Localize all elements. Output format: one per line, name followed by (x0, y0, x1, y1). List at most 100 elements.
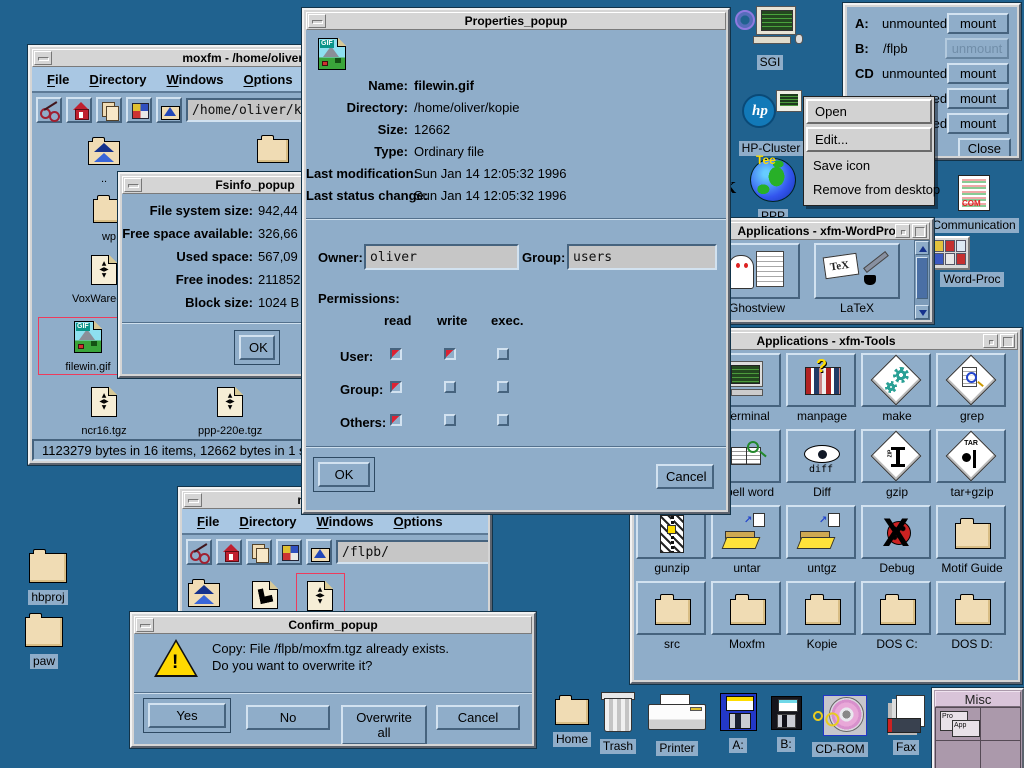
close-button[interactable]: Close (958, 138, 1011, 157)
file-item-ppp220e[interactable]: ppp-220e.tgz (198, 387, 262, 437)
window-menu-button[interactable] (124, 178, 142, 192)
app-button[interactable]: Motif Guide (936, 505, 1008, 575)
app-button[interactable]: Debug (861, 505, 933, 575)
app-button[interactable]: untar (711, 505, 783, 575)
desktop-icon-cdrom[interactable]: CD-ROM (810, 695, 870, 758)
perm-user-exec-checkbox[interactable] (497, 348, 509, 360)
iconify-button[interactable] (983, 334, 998, 348)
group-field[interactable] (567, 244, 717, 270)
titlebar[interactable]: Misc (935, 691, 1021, 707)
context-menu-item[interactable]: Edit... (806, 127, 932, 152)
window-menu-button[interactable] (34, 51, 52, 65)
yes-button[interactable]: Yes (148, 703, 226, 728)
perm-group-exec-checkbox[interactable] (497, 381, 509, 393)
perm-others-read-checkbox[interactable] (390, 414, 402, 426)
menu-item[interactable]: File (47, 72, 69, 87)
scroll-down-arrow[interactable] (915, 305, 929, 319)
desktop-icon-ppp[interactable]: PPP (748, 158, 798, 225)
app-button[interactable]: DOS D: (936, 581, 1008, 651)
iconify-button[interactable] (895, 224, 910, 238)
mount-button[interactable]: unmount (945, 38, 1009, 59)
file-item-folder[interactable] (241, 139, 305, 168)
find-button[interactable] (36, 97, 62, 123)
file-item-filewin[interactable]: filewin.gif (56, 321, 120, 373)
file-icon[interactable] (252, 581, 278, 609)
mini-window-app[interactable]: App (952, 720, 980, 737)
overwrite-all-button[interactable]: Overwrite all (341, 705, 427, 744)
app-button[interactable]: gunzip (636, 505, 708, 575)
perm-user-write-checkbox[interactable] (444, 348, 456, 360)
menu-item[interactable]: Directory (239, 514, 296, 529)
windows-button[interactable] (276, 539, 302, 565)
app-button[interactable]: Diff (786, 429, 858, 499)
up-directory-button[interactable] (156, 97, 182, 123)
cancel-button[interactable]: Cancel (436, 705, 520, 730)
copy-button[interactable] (246, 539, 272, 565)
desktop-icon-printer[interactable]: Printer (644, 694, 710, 757)
find-button[interactable] (186, 539, 212, 565)
path-input[interactable] (336, 540, 488, 564)
context-menu-item[interactable]: Open (806, 99, 932, 124)
menu-item[interactable]: Directory (89, 72, 146, 87)
ok-button[interactable]: OK (318, 462, 370, 487)
menu-item[interactable]: Windows (167, 72, 224, 87)
maximize-button[interactable] (1000, 334, 1015, 348)
perm-user-read-checkbox[interactable] (390, 348, 402, 360)
desktop-icon-trash[interactable]: Trash (588, 692, 648, 755)
owner-field[interactable] (364, 244, 519, 270)
tgz-file-icon[interactable] (307, 581, 333, 611)
desktop-icon-floppy-b[interactable]: B: (760, 696, 812, 753)
app-button[interactable]: Kopie (786, 581, 858, 651)
titlebar[interactable]: Confirm_popup (134, 616, 532, 634)
app-button[interactable]: grep (936, 353, 1008, 423)
maximize-button[interactable] (912, 224, 927, 238)
perm-group-write-checkbox[interactable] (444, 381, 456, 393)
app-button[interactable]: DOS C: (861, 581, 933, 651)
app-button[interactable]: LaTeX (814, 243, 900, 315)
menu-item[interactable]: Windows (317, 514, 374, 529)
app-button[interactable]: gzip (861, 429, 933, 499)
app-button[interactable]: manpage (786, 353, 858, 423)
no-button[interactable]: No (246, 705, 330, 730)
perm-others-write-checkbox[interactable] (444, 414, 456, 426)
desktop-icon-word-proc[interactable]: Word-Proc (930, 236, 1014, 288)
copy-button[interactable] (96, 97, 122, 123)
up-folder-icon[interactable] (188, 583, 220, 607)
titlebar[interactable]: Properties_popup (306, 12, 726, 30)
window-menu-button[interactable] (308, 14, 326, 28)
desktop-icon-paw[interactable]: paw (14, 617, 74, 670)
app-button[interactable]: untgz (786, 505, 858, 575)
file-item-ncr16[interactable]: ncr16.tgz (72, 387, 136, 437)
windows-button[interactable] (126, 97, 152, 123)
titlebar[interactable]: Applications - xfm-WordProc (710, 222, 930, 240)
perm-others-exec-checkbox[interactable] (497, 414, 509, 426)
desktop-icon-sgi[interactable]: SGI (733, 6, 807, 71)
menu-item[interactable]: File (197, 514, 219, 529)
up-directory-button[interactable] (306, 539, 332, 565)
mount-button[interactable]: mount (947, 88, 1009, 109)
window-menu-button[interactable] (136, 618, 154, 632)
app-button[interactable]: tar+gzip (936, 429, 1008, 499)
desktop-icon-hp-cluster[interactable]: HP-Cluster (738, 90, 804, 157)
context-menu-item[interactable]: Remove from desktop (806, 179, 932, 200)
ok-button[interactable]: OK (239, 335, 275, 360)
home-button[interactable] (66, 97, 92, 123)
mount-button[interactable]: mount (947, 63, 1009, 84)
mount-button[interactable]: mount (947, 13, 1009, 34)
perm-group-read-checkbox[interactable] (390, 381, 402, 393)
app-button[interactable]: make (861, 353, 933, 423)
cancel-button[interactable]: Cancel (656, 464, 714, 489)
scrollbar[interactable] (914, 240, 930, 320)
scroll-up-arrow[interactable] (915, 241, 929, 255)
context-menu-item[interactable]: Save icon (806, 155, 932, 176)
app-button[interactable]: src (636, 581, 708, 651)
menu-item[interactable]: Options (243, 72, 292, 87)
desktop-icon-hbproj[interactable]: hbproj (18, 553, 78, 606)
scroll-thumb[interactable] (916, 257, 928, 299)
menu-item[interactable]: Options (393, 514, 442, 529)
window-menu-button[interactable] (184, 493, 202, 507)
desktop-icon-communication[interactable]: Communication (926, 175, 1022, 234)
mount-button[interactable]: mount (947, 113, 1009, 134)
home-button[interactable] (216, 539, 242, 565)
app-button[interactable]: Moxfm (711, 581, 783, 651)
